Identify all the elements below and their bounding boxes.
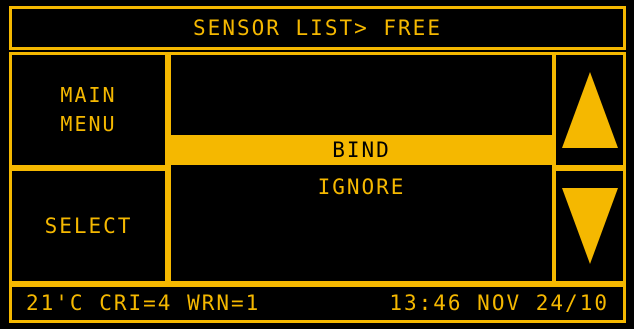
status-datetime: 13:46 NOV 24/10 (389, 291, 609, 315)
status-bar: 21'C CRI=4 WRN=1 13:46 NOV 24/10 (9, 284, 626, 323)
select-button[interactable]: SELECT (9, 168, 168, 284)
main-menu-label: MAIN MENU (60, 83, 117, 136)
list-item-bind[interactable]: BIND (171, 135, 552, 165)
page-title: SENSOR LIST> FREE (9, 6, 626, 50)
scroll-down-button[interactable] (553, 168, 626, 284)
scroll-up-button[interactable] (553, 52, 626, 168)
sensor-list-screen: SENSOR LIST> FREE MAIN MENU SELECT BIND … (0, 0, 634, 329)
sensor-options-list: BIND IGNORE (168, 52, 555, 284)
triangle-up-icon (561, 72, 618, 148)
main-menu-button[interactable]: MAIN MENU (9, 52, 168, 168)
select-label: SELECT (44, 213, 133, 238)
status-readings: 21'C CRI=4 WRN=1 (26, 291, 261, 315)
triangle-down-icon (561, 188, 618, 264)
list-item-ignore[interactable]: IGNORE (171, 172, 552, 202)
